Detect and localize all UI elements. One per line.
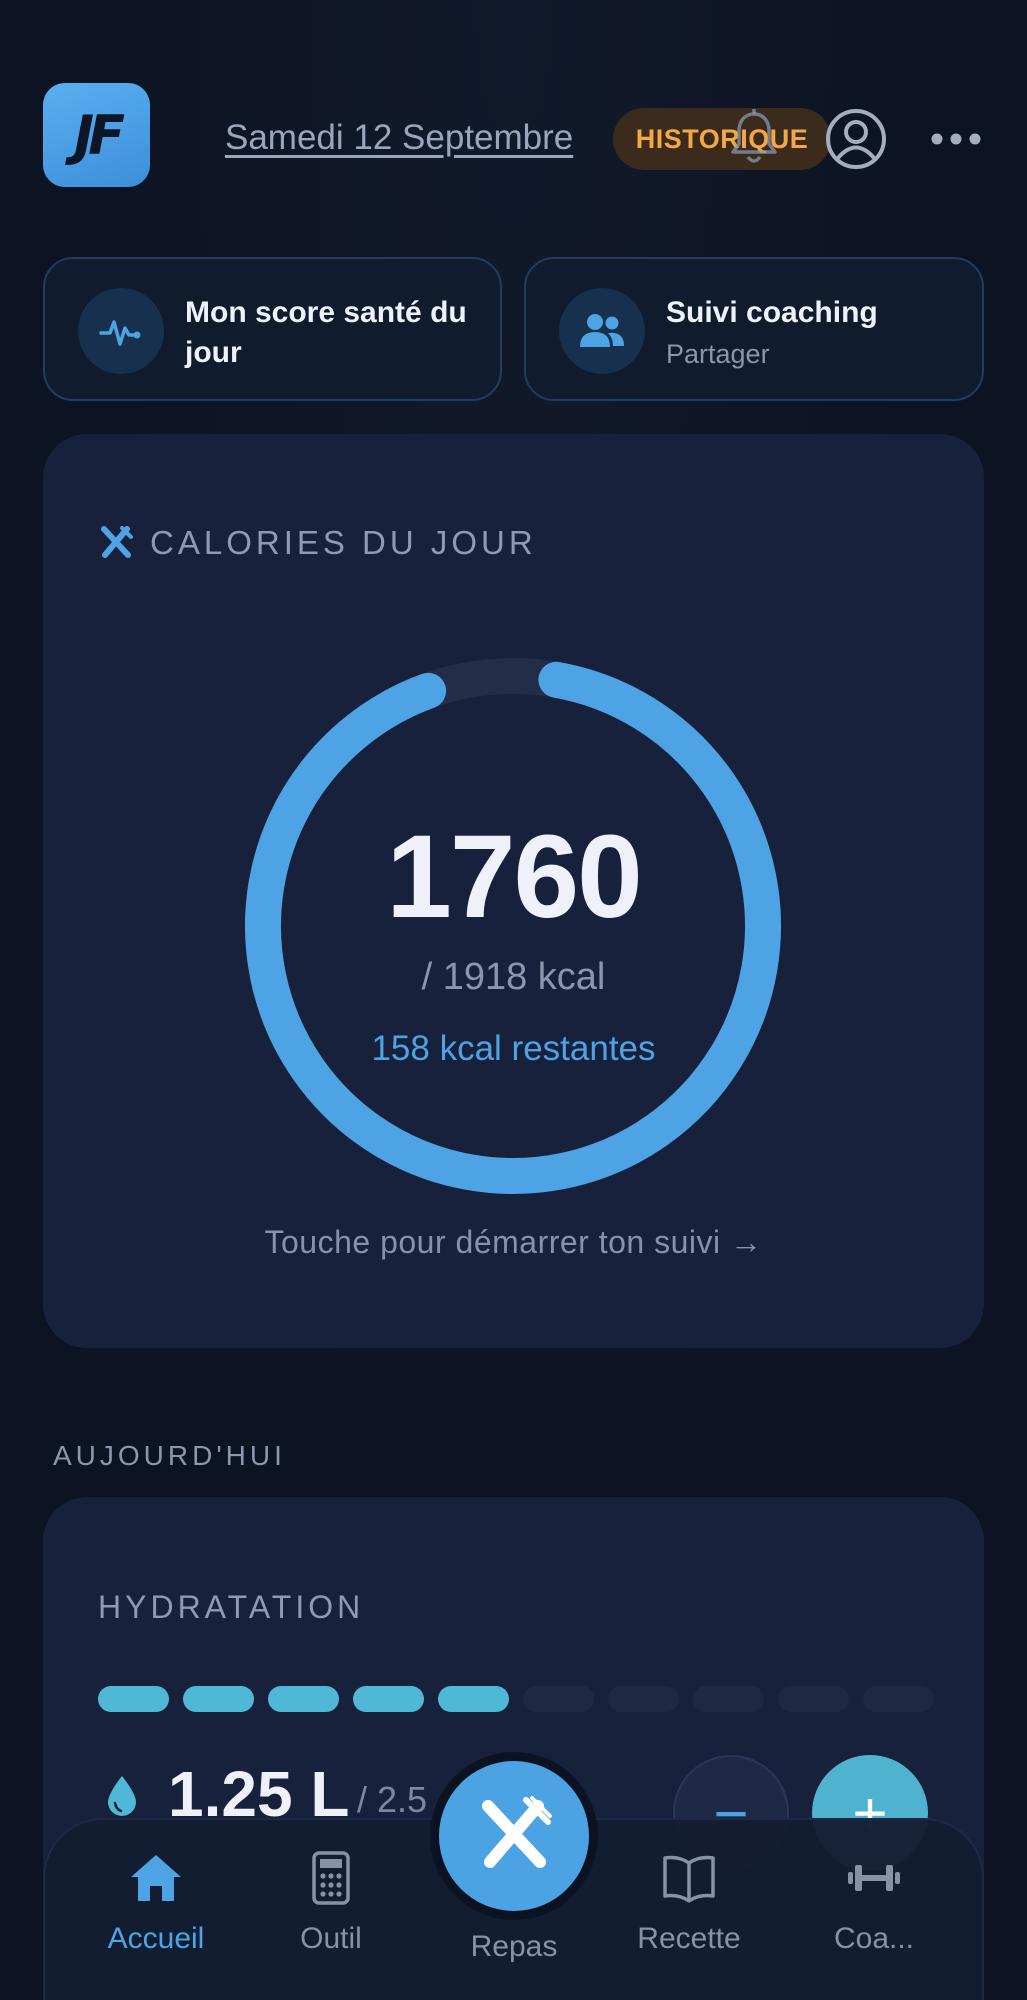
hydration-glass[interactable] (608, 1686, 679, 1712)
calories-header: CALORIES DU JOUR (98, 524, 537, 562)
profile-icon[interactable] (824, 107, 888, 171)
nav-recipes-label: Recette (637, 1922, 741, 1955)
nav-coach-label: Coa... (833, 1922, 915, 1955)
coaching-subtitle: Partager (666, 339, 770, 369)
heartbeat-icon (78, 288, 164, 374)
date-link[interactable]: Samedi 12 Septembre (225, 118, 573, 158)
nav-home-label: Accueil (107, 1922, 205, 1955)
nav-meals-label[interactable]: Repas (430, 1930, 598, 1964)
nav-recipes[interactable]: Recette (614, 1850, 764, 1956)
utensils-icon (482, 1796, 552, 1868)
hydration-glass[interactable] (268, 1686, 339, 1712)
calories-value: 1760 (386, 811, 643, 943)
logo-text: JF (74, 103, 125, 167)
utensils-icon (101, 526, 133, 558)
users-icon (559, 288, 645, 374)
hydration-goal: / 2.5 (357, 1779, 428, 1820)
nav-coach[interactable]: Coa... (799, 1850, 949, 1956)
home-screen: JF Samedi 12 Septembre HISTORIQUE Mon sc… (0, 0, 1027, 2000)
nav-tools[interactable]: Outil (256, 1850, 406, 1956)
health-score-title: Mon score santé du jour (185, 296, 467, 369)
calories-card[interactable]: CALORIES DU JOUR 1760 / 1918 kcal 158 kc… (43, 434, 984, 1348)
add-meal-button[interactable] (439, 1761, 589, 1911)
app-header: JF Samedi 12 Septembre HISTORIQUE (0, 0, 1027, 240)
hydration-glass[interactable] (778, 1686, 849, 1712)
water-drop-icon (108, 1776, 136, 1816)
nav-tools-label: Outil (300, 1922, 362, 1955)
history-button[interactable]: HISTORIQUE (613, 108, 831, 170)
calories-goal: / 1918 kcal (421, 956, 606, 998)
hydration-title: HYDRATATION (98, 1589, 365, 1625)
hydration-glass[interactable] (353, 1686, 424, 1712)
more-icon[interactable] (930, 131, 982, 147)
history-label: HISTORIQUE (635, 123, 809, 154)
calculator-icon (312, 1851, 350, 1905)
dumbbell-icon (848, 1865, 900, 1891)
health-score-card[interactable]: Mon score santé du jour (43, 257, 502, 401)
coaching-title: Suivi coaching (666, 296, 878, 329)
today-section-label: AUJOURD'HUI (53, 1440, 286, 1471)
calories-remaining: 158 kcal restantes (371, 1029, 656, 1068)
hydration-glass[interactable] (693, 1686, 764, 1712)
hydration-glass[interactable] (98, 1686, 169, 1712)
nav-home[interactable]: Accueil (81, 1850, 231, 1956)
home-icon (131, 1855, 181, 1901)
calories-title: CALORIES DU JOUR (150, 524, 537, 561)
bell-icon[interactable] (728, 108, 780, 168)
app-logo[interactable]: JF (43, 83, 150, 187)
hydration-glass[interactable] (523, 1686, 594, 1712)
coaching-card[interactable]: Suivi coaching Partager (524, 257, 984, 401)
hydration-glass[interactable] (863, 1686, 934, 1712)
hydration-progress (98, 1686, 934, 1712)
start-tracking-hint[interactable]: Touche pour démarrer ton suivi → (43, 1224, 984, 1261)
hydration-glass[interactable] (183, 1686, 254, 1712)
book-icon (663, 1855, 715, 1903)
hydration-glass[interactable] (438, 1686, 509, 1712)
